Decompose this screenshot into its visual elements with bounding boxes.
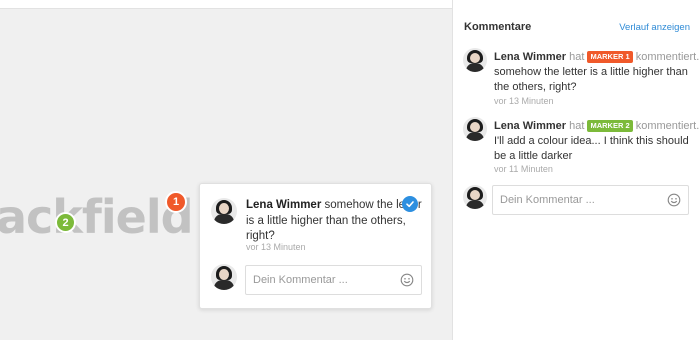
marker-1[interactable]: 1 (165, 191, 187, 213)
comment-text: I'll add a colour idea... I think this s… (494, 135, 689, 162)
marker-2-number: 2 (62, 216, 69, 229)
design-canvas[interactable]: ackfield 2 1 Lena Wimmer somehow the let… (0, 9, 452, 340)
comment-timestamp: vor 13 Minuten (494, 96, 554, 106)
comment-hat: hat (569, 51, 585, 63)
comment-hat: hat (569, 120, 585, 132)
show-history-link[interactable]: Verlauf anzeigen (619, 22, 690, 33)
top-toolbar (0, 0, 452, 9)
avatar (463, 48, 487, 72)
emoji-icon[interactable] (667, 193, 681, 207)
popup-comment: Lena Wimmer somehow the letter is a litt… (246, 198, 424, 245)
resolve-check-icon[interactable] (402, 196, 418, 212)
design-text: ackfield (0, 190, 194, 244)
panel-input-placeholder: Dein Kommentar ... (500, 194, 595, 206)
comment-text: somehow the letter is a little higher th… (494, 66, 688, 93)
panel-title: Kommentare (464, 21, 532, 33)
comment-verb: kommentiert. (635, 51, 700, 63)
comment-verb: kommentiert. (635, 120, 700, 132)
comment-item: Lena Wimmer hat MARKER 1 kommentiert. so… (494, 50, 700, 95)
panel-comment-input[interactable]: Dein Kommentar ... (492, 185, 689, 215)
avatar (211, 198, 237, 224)
comment-author: Lena Wimmer (494, 120, 567, 132)
comment-popup: Lena Wimmer somehow the letter is a litt… (199, 183, 432, 309)
marker-1-number: 1 (172, 196, 180, 208)
popup-comment-input[interactable]: Dein Kommentar ... (245, 265, 422, 295)
emoji-icon[interactable] (400, 273, 414, 287)
marker-2[interactable]: 2 (55, 212, 76, 233)
current-user-avatar (211, 264, 237, 290)
comment-item: Lena Wimmer hat MARKER 2 kommentiert. I'… (494, 119, 700, 164)
comments-panel: Kommentare Verlauf anzeigen Lena Wimmer … (452, 0, 700, 340)
current-user-avatar (463, 185, 487, 209)
popup-timestamp: vor 13 Minuten (246, 242, 306, 252)
avatar (463, 117, 487, 141)
marker-badge[interactable]: MARKER 1 (587, 51, 633, 63)
comment-author: Lena Wimmer (494, 51, 567, 63)
popup-input-placeholder: Dein Kommentar ... (253, 274, 348, 286)
marker-badge[interactable]: MARKER 2 (587, 120, 633, 132)
popup-author: Lena Wimmer (246, 199, 322, 211)
comment-timestamp: vor 11 Minuten (494, 164, 553, 174)
